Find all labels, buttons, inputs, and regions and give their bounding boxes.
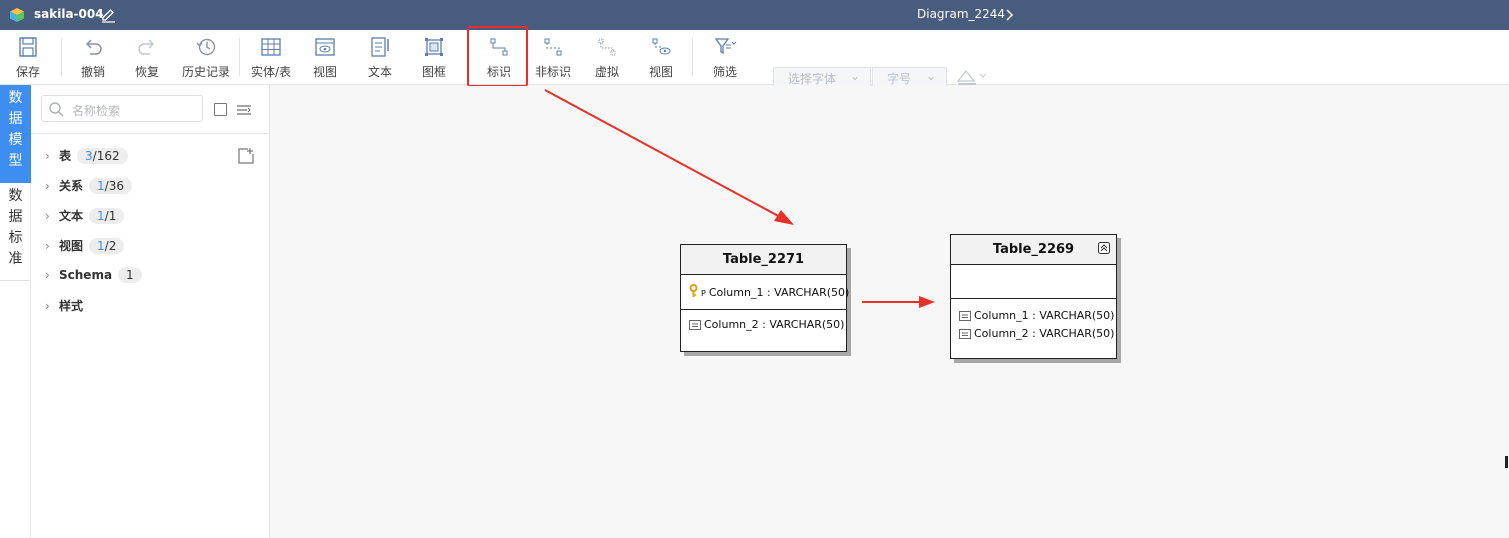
annotation-arrows bbox=[544, 89, 935, 308]
annotation-arrow-head bbox=[919, 296, 935, 308]
annotation-arrow-line bbox=[544, 89, 783, 219]
text-cursor bbox=[1505, 456, 1508, 468]
annotation-arrow-head bbox=[774, 210, 794, 225]
